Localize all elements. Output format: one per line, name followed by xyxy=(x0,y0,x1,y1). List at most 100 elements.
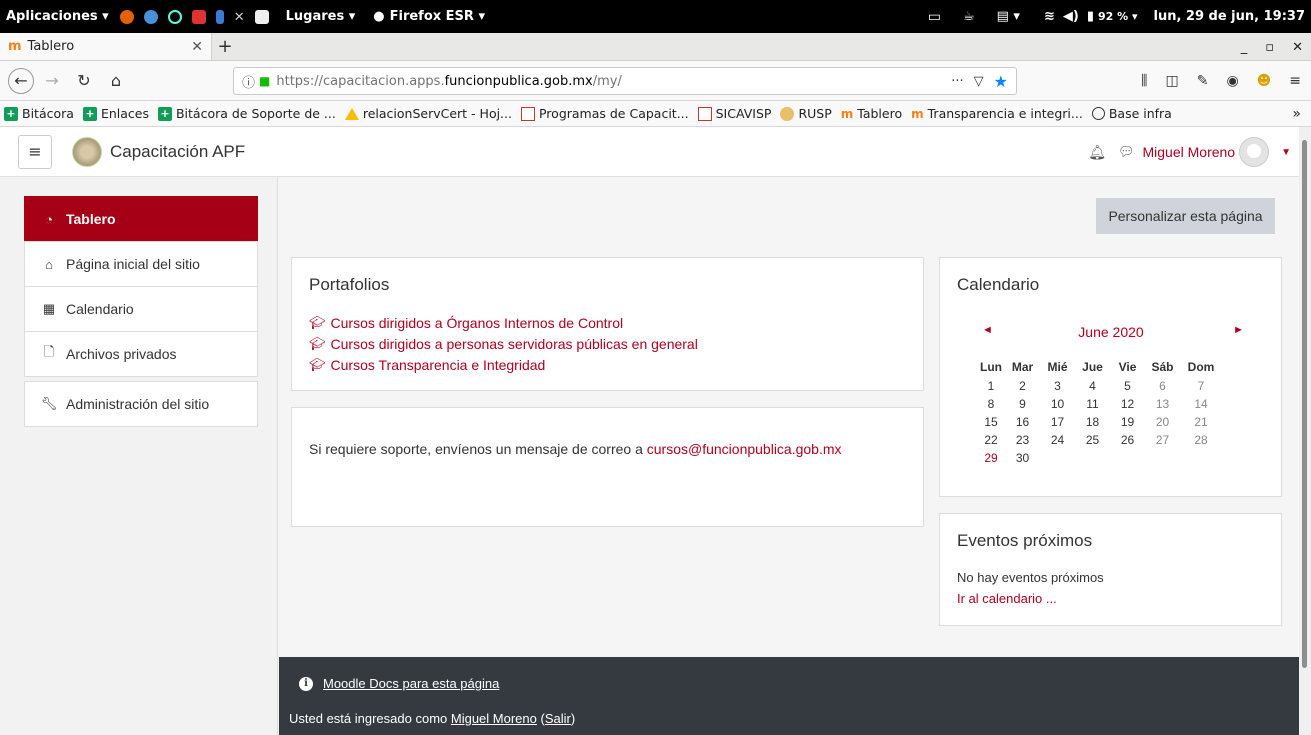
extension-face-icon[interactable]: ☻ xyxy=(1257,73,1272,89)
info-icon[interactable]: ⓘ xyxy=(242,72,255,91)
calendar-day[interactable]: 19 xyxy=(1110,413,1145,431)
course-link[interactable]: 🎓︎ Cursos Transparencia e Integridad xyxy=(309,354,698,375)
new-tab-button[interactable]: + xyxy=(212,33,238,60)
calendar-day[interactable]: 22 xyxy=(977,431,1005,449)
calendar-day[interactable]: 18 xyxy=(1075,413,1110,431)
notes-app-icon[interactable] xyxy=(254,9,269,24)
support-email-link[interactable]: cursos@funcionpublica.gob.mx xyxy=(647,441,842,457)
course-link[interactable]: 🎓︎ Cursos dirigidos a personas servidoras… xyxy=(309,333,698,354)
sidebar-item-home[interactable]: ⌂ Página inicial del sitio xyxy=(24,241,258,287)
calendar-day[interactable]: 4 xyxy=(1075,377,1110,395)
scrollbar-thumb[interactable] xyxy=(1302,140,1307,668)
calendar-day[interactable]: 25 xyxy=(1075,431,1110,449)
presentation-app-icon[interactable] xyxy=(191,9,206,24)
coffee-icon[interactable]: ☕ xyxy=(963,9,975,24)
app-launcher-icon[interactable] xyxy=(167,9,182,24)
calendar-day[interactable]: 5 xyxy=(1110,377,1145,395)
calendar-day[interactable]: 7 xyxy=(1180,377,1222,395)
bookmark-item[interactable]: SICAVISP xyxy=(697,106,771,121)
next-month-icon[interactable]: ► xyxy=(1233,324,1244,336)
bookmark-item[interactable]: m Tablero xyxy=(841,106,902,121)
firefox-launcher-icon[interactable] xyxy=(119,9,134,24)
calendar-day[interactable]: 1 xyxy=(977,377,1005,395)
calendar-day[interactable]: 27 xyxy=(1145,431,1180,449)
site-name[interactable]: Capacitación APF xyxy=(110,142,245,162)
reload-button[interactable]: ↻ xyxy=(70,67,98,95)
calendar-day[interactable]: 16 xyxy=(1005,413,1040,431)
calendar-day[interactable]: 2 xyxy=(1005,377,1040,395)
calendar-day[interactable]: 29 xyxy=(977,449,1005,467)
logout-link[interactable]: Salir xyxy=(545,711,571,726)
forward-button[interactable]: → xyxy=(38,67,66,95)
pocket-icon[interactable]: ▽ xyxy=(974,74,984,89)
calendar-day[interactable]: 3 xyxy=(1040,377,1075,395)
drawer-toggle-button[interactable]: ≡ xyxy=(18,134,52,169)
calendar-day[interactable]: 13 xyxy=(1145,395,1180,413)
back-button[interactable]: ← xyxy=(8,67,34,94)
places-menu[interactable]: Lugares ▾ xyxy=(280,9,362,24)
lock-icon[interactable]: ■ xyxy=(259,74,270,88)
bookmark-item[interactable]: + Bitácora de Soporte de ... xyxy=(157,106,336,121)
sidebar-item-calendar[interactable]: ▦ Calendario xyxy=(24,286,258,332)
close-tab-icon[interactable]: ✕ xyxy=(191,39,203,55)
notifications-bell-icon[interactable]: 🔔︎ xyxy=(1088,144,1106,161)
sidebar-icon[interactable]: ◫ xyxy=(1165,73,1178,89)
library-icon[interactable]: ⫼ xyxy=(1141,73,1147,89)
calendar-day[interactable]: 30 xyxy=(1005,449,1040,467)
bookmark-item[interactable]: Base infra xyxy=(1091,106,1172,121)
calendar-day[interactable]: 20 xyxy=(1145,413,1180,431)
menu-icon[interactable]: ≡ xyxy=(1289,73,1301,89)
messages-icon[interactable]: 💬︎ xyxy=(1118,144,1135,160)
site-logo-icon[interactable] xyxy=(72,136,102,167)
bookmark-item[interactable]: + Enlaces xyxy=(82,106,149,121)
document-app-icon[interactable] xyxy=(215,9,224,24)
calendar-day[interactable]: 15 xyxy=(977,413,1005,431)
calendar-day[interactable]: 28 xyxy=(1180,431,1222,449)
calendar-month[interactable]: June 2020 xyxy=(940,324,1282,340)
calendar-day[interactable]: 21 xyxy=(1180,413,1222,431)
minimize-icon[interactable]: _ xyxy=(1241,40,1248,55)
course-link[interactable]: 🎓︎ Cursos dirigidos a Órganos Internos de… xyxy=(309,312,698,333)
calendar-day[interactable]: 17 xyxy=(1040,413,1075,431)
profile-link[interactable]: Miguel Moreno xyxy=(451,711,537,726)
avatar[interactable] xyxy=(1239,137,1270,167)
go-to-calendar-link[interactable]: Ir al calendario ... xyxy=(957,591,1057,606)
user-menu-caret-icon[interactable]: ▼ xyxy=(1281,147,1291,158)
customize-page-button[interactable]: Personalizar esta página xyxy=(1096,198,1275,234)
calendar-day[interactable]: 9 xyxy=(1005,395,1040,413)
sidebar-item-site-admin[interactable]: 🔧︎ Administración del sitio xyxy=(24,381,258,427)
bookmark-item[interactable]: relacionServCert - Hoj... xyxy=(344,106,512,121)
bookmark-star-icon[interactable]: ★ xyxy=(994,72,1008,91)
calendar-day[interactable]: 8 xyxy=(977,395,1005,413)
clock[interactable]: lun, 29 de jun, 19:37 xyxy=(1153,9,1305,24)
moodle-docs-link[interactable]: Moodle Docs para esta página xyxy=(323,676,499,691)
system-status-area[interactable]: ▭ ☕ ▤ ▾ ≋ ◀) ▮ 92 % ▾ lun, 29 de jun, 19… xyxy=(928,0,1305,33)
apps-menu[interactable]: Aplicaciones ▾ xyxy=(0,9,115,24)
tools-app-icon[interactable]: ✕ xyxy=(234,10,245,25)
firefox-app-menu[interactable]: ● Firefox ESR ▾ xyxy=(367,9,491,24)
calendar-day[interactable]: 10 xyxy=(1040,395,1075,413)
clipboard-icon[interactable]: ▤ ▾ xyxy=(997,9,1020,24)
calendar-day[interactable]: 23 xyxy=(1005,431,1040,449)
tab-tablero[interactable]: m Tablero ✕ xyxy=(0,33,212,60)
display-icon[interactable]: ▭ xyxy=(928,9,941,25)
calendar-day[interactable]: 11 xyxy=(1075,395,1110,413)
sidebar-item-private-files[interactable]: 🗋︎ Archivos privados xyxy=(24,331,258,377)
user-menu-name[interactable]: Miguel Moreno xyxy=(1142,144,1235,160)
calendar-day[interactable]: 26 xyxy=(1110,431,1145,449)
calendar-day[interactable]: 6 xyxy=(1145,377,1180,395)
home-button[interactable]: ⌂ xyxy=(102,67,130,95)
page-actions-icon[interactable]: ··· xyxy=(951,74,963,89)
thunderbird-launcher-icon[interactable] xyxy=(143,9,158,24)
extension-icon[interactable]: ✎ xyxy=(1197,73,1209,89)
bookmark-item[interactable]: Programas de Capacit... xyxy=(520,106,689,121)
bookmark-item[interactable]: m Transparencia e integri... xyxy=(911,106,1083,121)
bookmark-item[interactable]: + Bitácora xyxy=(4,106,74,121)
maximize-icon[interactable]: ▫ xyxy=(1265,40,1274,55)
more-bookmarks-icon[interactable]: » xyxy=(1292,101,1301,127)
calendar-day[interactable]: 14 xyxy=(1180,395,1222,413)
bookmark-item[interactable]: RUSP xyxy=(780,106,832,121)
sidebar-item-tablero[interactable]: ◔ Tablero xyxy=(24,196,258,242)
url-bar[interactable]: ⓘ ■ https://capacitacion.apps. funcionpub… xyxy=(233,67,1017,95)
calendar-day[interactable]: 12 xyxy=(1110,395,1145,413)
